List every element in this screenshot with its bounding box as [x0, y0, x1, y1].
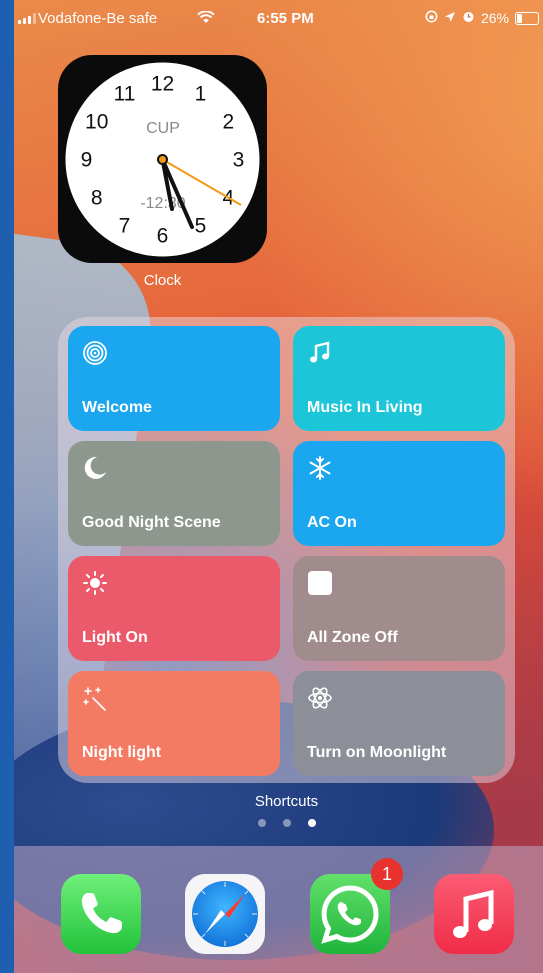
shortcut-tile-all-zone-off[interactable]: All Zone Off — [293, 556, 505, 661]
carrier-name: Vodafone-Be safe — [38, 10, 158, 27]
shortcut-tile-good-night-scene[interactable]: Good Night Scene — [68, 441, 280, 546]
atom-icon — [308, 687, 332, 709]
location-icon — [444, 10, 456, 26]
clock-number: 1 — [195, 83, 207, 106]
page-dot[interactable] — [283, 819, 291, 827]
shortcut-tile-music-in-living[interactable]: Music In Living — [293, 326, 505, 431]
clock-widget[interactable]: CUP -12:30 121234567891011 — [58, 55, 267, 263]
compass-icon — [192, 881, 258, 947]
phone-app[interactable] — [61, 874, 141, 954]
clock-number: 10 — [85, 111, 108, 134]
clock-number: 12 — [151, 73, 174, 96]
shortcut-label: Light On — [82, 629, 148, 646]
shortcut-label: Night light — [82, 744, 162, 761]
shortcut-tile-welcome[interactable]: Welcome — [68, 326, 280, 431]
concentric-circles-icon — [83, 341, 107, 365]
shortcut-tile-light-on[interactable]: Light On — [68, 556, 280, 661]
clock-number: 3 — [233, 149, 245, 172]
shortcut-label: All Zone Off — [307, 629, 398, 646]
music-note-icon — [453, 889, 494, 938]
clock-number: 7 — [119, 214, 131, 237]
status-time: 6:55 PM — [257, 10, 314, 27]
music-note-icon — [310, 341, 330, 363]
orientation-lock-icon — [425, 10, 438, 26]
page-indicator[interactable] — [258, 819, 316, 827]
home-screen: Vodafone-Be safe 6:55 PM 26% CUP -12:30 … — [14, 0, 543, 973]
clock-number: 6 — [157, 225, 169, 248]
battery-icon — [515, 11, 539, 25]
moon-icon — [84, 456, 106, 479]
shortcut-label: Welcome — [82, 399, 152, 416]
clock-number: 2 — [222, 111, 234, 134]
page-dot[interactable] — [258, 819, 266, 827]
snowflake-icon — [309, 456, 331, 480]
safari-app[interactable] — [185, 874, 265, 954]
signal-icon — [18, 13, 36, 24]
alarm-icon — [462, 10, 475, 26]
battery-percentage: 26% — [480, 10, 509, 26]
notification-badge: 1 — [371, 858, 403, 890]
shortcuts-widget-label: Shortcuts — [254, 793, 319, 810]
music-app[interactable] — [434, 874, 514, 954]
clock-number: 8 — [91, 187, 103, 210]
shortcut-label: Music In Living — [307, 399, 423, 416]
shortcut-label: Turn on Moonlight — [307, 744, 447, 761]
sun-icon — [83, 571, 107, 595]
shortcut-label: AC On — [307, 514, 357, 531]
clock-widget-label: Clock — [143, 272, 182, 289]
clock-number: 9 — [81, 149, 93, 172]
shortcut-tile-night-light[interactable]: Night light — [68, 671, 280, 776]
square-icon — [308, 571, 332, 595]
clock-number: 11 — [114, 83, 136, 106]
shortcut-tile-turn-on-moonlight[interactable]: Turn on Moonlight — [293, 671, 505, 776]
page-dot-active[interactable] — [308, 819, 316, 827]
shortcut-label: Good Night Scene — [82, 514, 221, 531]
wifi-icon — [197, 10, 215, 27]
shortcuts-widget: Welcome Music In Living Good Night Scene… — [58, 317, 515, 783]
clock-city: CUP — [146, 120, 180, 137]
clock-number: 5 — [195, 214, 207, 237]
sparkles-icon — [83, 687, 106, 711]
status-bar: Vodafone-Be safe 6:55 PM 26% — [14, 8, 543, 30]
analog-clock-face: CUP -12:30 121234567891011 — [65, 62, 260, 257]
shortcut-tile-ac-on[interactable]: AC On — [293, 441, 505, 546]
phone-icon — [81, 893, 122, 934]
